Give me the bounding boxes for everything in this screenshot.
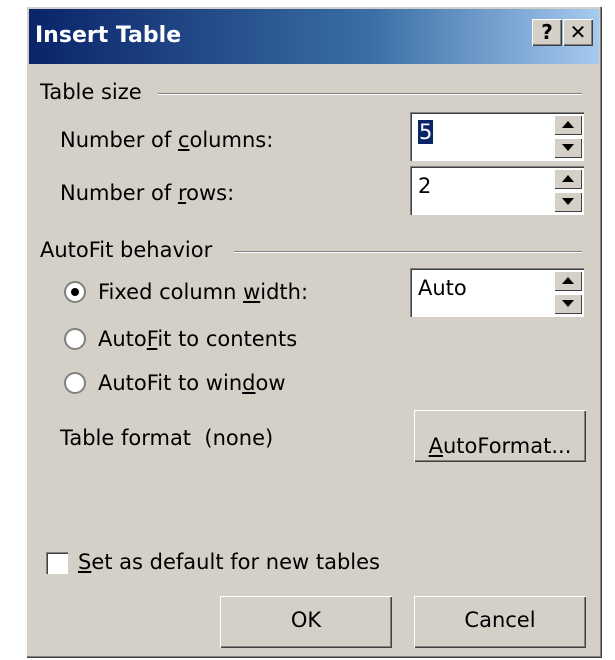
rows-value[interactable]: 2 <box>418 174 431 198</box>
column-width-value[interactable]: Auto <box>418 276 467 300</box>
rows-label: Number of rows: <box>60 181 235 205</box>
columns-spinbox[interactable]: 5 <box>410 112 584 161</box>
ok-button[interactable]: OK <box>220 596 392 648</box>
table-format-value: (none) <box>204 426 274 450</box>
group-divider <box>234 251 582 253</box>
columns-label: Number of columns: <box>60 128 274 152</box>
spin-up-icon <box>562 121 574 128</box>
radio-autofit-contents-label[interactable]: AutoFit to contents <box>98 327 297 351</box>
insert-table-dialog: Insert Table ? ✕ Table size Number of co… <box>26 6 602 658</box>
dialog-title: Insert Table <box>35 23 182 48</box>
spin-up-icon <box>562 175 574 182</box>
group-divider <box>158 93 582 95</box>
radio-fixed-width-label[interactable]: Fixed column width: <box>98 280 308 304</box>
set-default-checkbox[interactable] <box>46 552 68 574</box>
spin-down-icon <box>562 144 574 151</box>
column-width-spin-down[interactable] <box>554 294 582 314</box>
rows-spin-up[interactable] <box>554 169 582 189</box>
radio-autofit-window[interactable] <box>64 372 86 394</box>
rows-spinbox[interactable]: 2 <box>410 166 584 215</box>
spin-down-icon <box>562 198 574 205</box>
help-icon: ? <box>541 20 553 44</box>
table-size-group-label: Table size <box>40 80 142 104</box>
column-width-spinbox[interactable]: Auto <box>410 268 584 317</box>
radio-fixed-width[interactable] <box>64 281 86 303</box>
table-format-label: Table format (none) <box>60 426 274 450</box>
autoformat-button[interactable]: AutoFormat... <box>414 410 586 462</box>
spin-up-icon <box>562 277 574 284</box>
set-default-label[interactable]: Set as default for new tables <box>78 550 380 574</box>
rows-spin-down[interactable] <box>554 192 582 212</box>
help-button[interactable]: ? <box>532 19 562 46</box>
radio-autofit-contents[interactable] <box>64 328 86 350</box>
radio-autofit-window-label[interactable]: AutoFit to window <box>98 371 286 395</box>
columns-value[interactable]: 5 <box>418 120 434 144</box>
columns-spin-up[interactable] <box>554 115 582 135</box>
columns-spin-down[interactable] <box>554 138 582 158</box>
cancel-button[interactable]: Cancel <box>414 596 586 648</box>
autofit-group-label: AutoFit behavior <box>40 238 213 262</box>
column-width-spin-up[interactable] <box>554 271 582 291</box>
close-button[interactable]: ✕ <box>563 19 593 46</box>
title-bar[interactable]: Insert Table ? ✕ <box>29 9 599 64</box>
close-icon: ✕ <box>569 20 587 44</box>
spin-down-icon <box>562 300 574 307</box>
